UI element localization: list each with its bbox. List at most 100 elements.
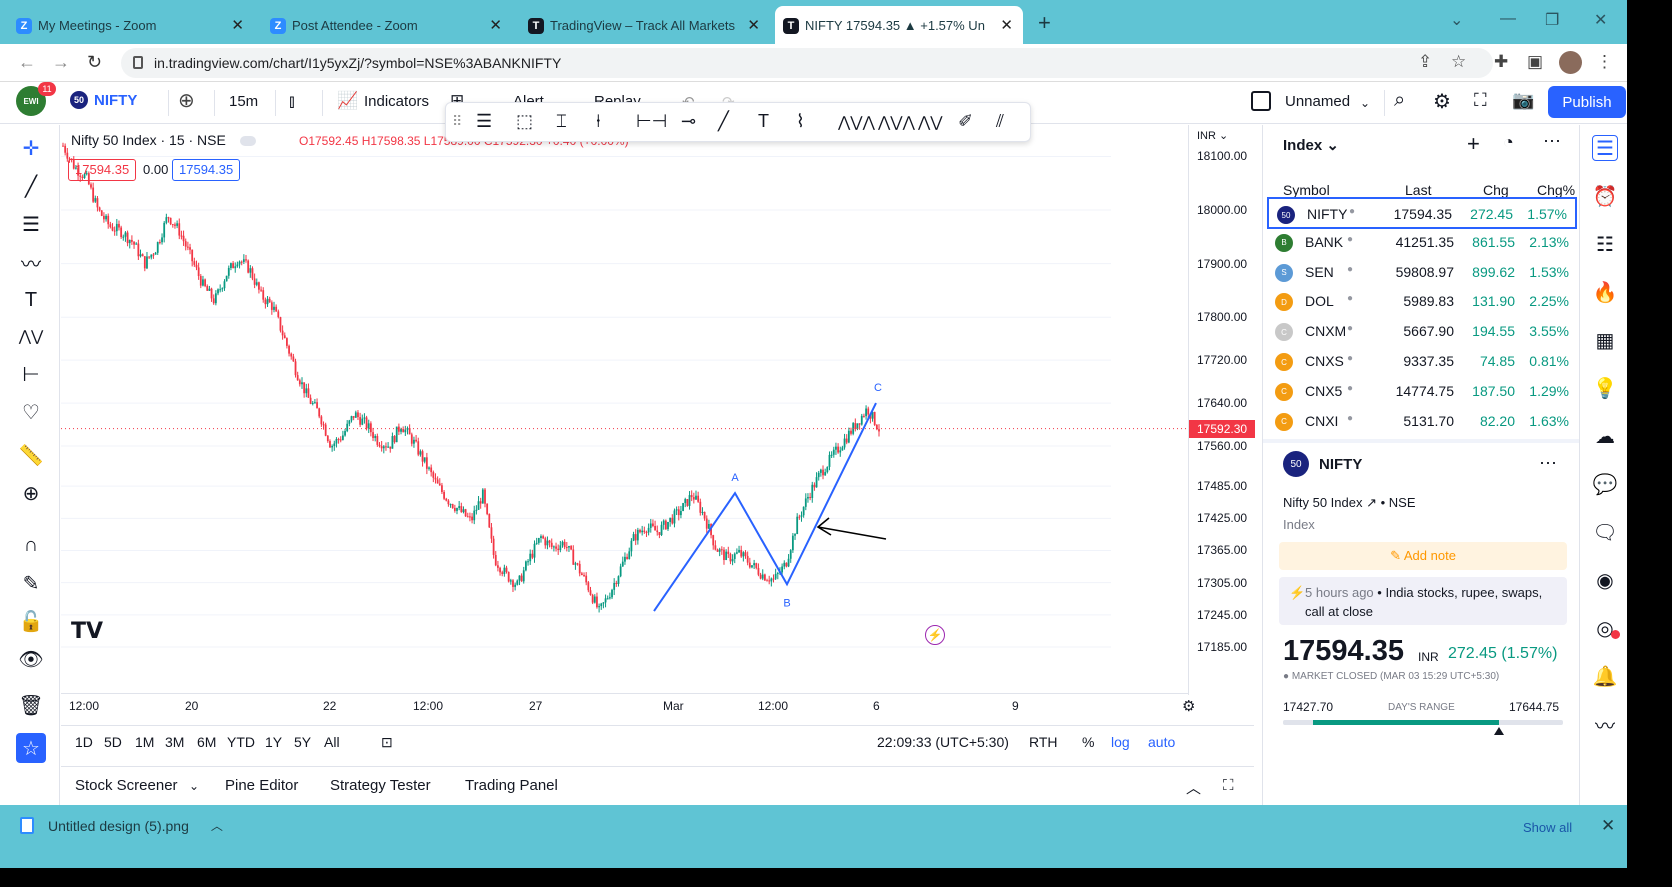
chevron-down-icon[interactable]: ⌄	[189, 779, 199, 793]
browser-tab-zoom-meetings[interactable]: Z My Meetings - Zoom ✕	[8, 6, 254, 44]
range-button[interactable]: All	[324, 734, 340, 750]
buy-button[interactable]: 17594.35	[172, 159, 241, 181]
candles-icon[interactable]: ⫾	[289, 91, 295, 112]
camera-icon[interactable]: 📷	[1512, 90, 1534, 111]
sidebar-icon[interactable]: ▣	[1527, 52, 1543, 72]
12345-icon[interactable]: ⋀⋁⋀	[878, 113, 915, 131]
chevron-down-icon[interactable]: ⌄	[1360, 96, 1370, 110]
chart-pane[interactable]: ABC Nifty 50 Index · 15 · NSE O17592.45 …	[61, 125, 1188, 739]
hotlist-fire-icon[interactable]: 🔥	[1592, 279, 1618, 305]
point-icon[interactable]: ⊸	[681, 111, 696, 132]
stay-drawing-icon[interactable]: ✎	[16, 568, 46, 598]
watchlist-title-button[interactable]: Index ⌄	[1283, 136, 1339, 154]
watchlist-row[interactable]: C CNXI ● 5131.70 82.20 1.63%	[1267, 406, 1577, 438]
grip-icon[interactable]: ⠿	[452, 113, 462, 130]
layout-name-button[interactable]: Unnamed	[1285, 93, 1350, 110]
calendar-icon[interactable]: ⊡	[381, 734, 393, 751]
watchlist-icon[interactable]: ☰	[1592, 135, 1618, 161]
sell-button[interactable]: 17594.35	[68, 159, 137, 181]
browser-tab-nifty[interactable]: T NIFTY 17594.35 ▲ +1.57% Unna ✕	[775, 6, 1023, 44]
text-icon[interactable]: T	[16, 285, 46, 315]
range-button[interactable]: 6M	[197, 734, 216, 750]
notifications-bell-icon[interactable]: 🔔	[1592, 663, 1618, 689]
tab-strategy-tester[interactable]: Strategy Tester	[330, 777, 431, 794]
watchlist-row[interactable]: C CNX5 ● 14774.75 187.50 1.29%	[1267, 376, 1577, 408]
range-button[interactable]: 1M	[135, 734, 154, 750]
col-symbol[interactable]: Symbol	[1283, 182, 1330, 198]
chat-icon[interactable]: 💬	[1592, 471, 1618, 497]
price-axis[interactable]: INR ⌄ 18100.00 18000.00 17900.00 17800.00 17…	[1188, 125, 1255, 695]
advanced-view-icon[interactable]: ◔	[1503, 132, 1514, 153]
rectangle-icon[interactable]: ⬚	[516, 111, 533, 132]
close-icon[interactable]: ✕	[1000, 16, 1013, 34]
log-scale-button[interactable]: log	[1111, 734, 1130, 750]
cloud-icon[interactable]: ☁	[1592, 423, 1618, 449]
percent-scale-button[interactable]: %	[1082, 734, 1094, 750]
text-cursor-icon[interactable]: ⌶	[556, 111, 567, 132]
messages-icon[interactable]: 🗨	[1592, 519, 1618, 545]
lock-icon[interactable]: 🔓	[16, 606, 46, 636]
search-icon[interactable]: ⌕	[1394, 89, 1405, 112]
abc-pattern-icon[interactable]: ⋀⋁	[16, 321, 46, 351]
tab-pine-editor[interactable]: Pine Editor	[225, 777, 298, 794]
patterns-icon[interactable]: 〰	[16, 247, 46, 277]
currency-selector[interactable]: INR ⌄	[1197, 129, 1228, 142]
back-icon[interactable]: ←	[18, 52, 36, 73]
range-icon[interactable]: ⊢⊣	[636, 111, 667, 132]
range-button[interactable]: YTD	[227, 734, 255, 750]
watchlist-row[interactable]: C CNXM ● 5667.90 194.55 3.55%	[1267, 316, 1577, 348]
trash-icon[interactable]: 🗑	[16, 690, 46, 720]
more-icon[interactable]: ⋯	[1539, 453, 1557, 474]
path-icon[interactable]: ⌇	[796, 111, 805, 132]
text-icon[interactable]: T	[758, 111, 769, 132]
object-tree-icon[interactable]: ☷	[1592, 231, 1618, 257]
range-button[interactable]: 1Y	[265, 734, 282, 750]
gear-icon[interactable]: ⚙	[1182, 697, 1195, 715]
ruler-icon[interactable]: 📏	[16, 440, 46, 470]
watchlist-row[interactable]: C CNXS ● 9337.35 74.85 0.81%	[1267, 346, 1577, 378]
watchlist-row[interactable]: B BANK ● 41251.35 861.55 2.13%	[1267, 227, 1577, 259]
tab-stock-screener[interactable]: Stock Screener	[75, 777, 178, 794]
time-axis[interactable]: 12:00 20 22 12:00 27 Mar 12:00 6 9 ⚙	[61, 693, 1195, 719]
range-button[interactable]: 5D	[104, 734, 122, 750]
col-chg[interactable]: Chg	[1483, 182, 1509, 198]
forward-icon[interactable]: →	[52, 52, 70, 73]
range-button[interactable]: 1D	[75, 734, 93, 750]
reload-icon[interactable]: ↻	[87, 52, 102, 73]
collapse-legend-icon[interactable]	[239, 136, 256, 147]
zoom-in-icon[interactable]: ⊕	[16, 478, 46, 508]
watchlist-row[interactable]: S SEN ● 59808.97 899.62 1.53%	[1267, 257, 1577, 289]
new-tab-button[interactable]: +	[1038, 10, 1051, 36]
close-icon[interactable]: ✕	[747, 16, 760, 34]
horizontal-lines-icon[interactable]: ☰	[476, 111, 492, 132]
measure-icon[interactable]: ⊢	[16, 359, 46, 389]
compare-plus-icon[interactable]: ⊕	[178, 88, 195, 113]
show-all-button[interactable]: Show all	[1523, 820, 1572, 835]
close-icon[interactable]: ✕	[231, 16, 244, 34]
trendline-icon[interactable]: ╱	[718, 111, 729, 132]
symbol-search-button[interactable]: 50 NIFTY	[70, 91, 137, 109]
tab-trading-panel[interactable]: Trading Panel	[465, 777, 558, 794]
abcde-icon[interactable]: ⋀⋁⋀	[838, 113, 875, 131]
col-last[interactable]: Last	[1405, 182, 1431, 198]
layout-checkbox-icon[interactable]	[1251, 91, 1271, 111]
maximize-panel-icon[interactable]: ⛶	[1223, 777, 1234, 794]
fullscreen-icon[interactable]: ⛶	[1474, 90, 1487, 111]
gear-icon[interactable]: ⚙	[1433, 89, 1451, 114]
more-icon[interactable]: ⋯	[1543, 131, 1561, 152]
alarm-clock-icon[interactable]: ⏰	[1592, 183, 1618, 209]
browser-tab-tradingview[interactable]: T TradingView – Track All Markets ✕	[520, 6, 770, 44]
close-icon[interactable]: ✕	[489, 16, 502, 34]
interval-button[interactable]: 15m	[229, 93, 258, 110]
profile-avatar[interactable]	[1559, 51, 1582, 74]
brush-icon[interactable]: ✐	[958, 111, 973, 132]
eye-icon[interactable]: 👁	[16, 644, 46, 674]
bookmark-star-icon[interactable]: ☆	[1451, 52, 1466, 72]
trendline-icon[interactable]: ╱	[16, 171, 46, 201]
browser-tab-zoom-attendee[interactable]: Z Post Attendee - Zoom ✕	[262, 6, 512, 44]
fib-lines-icon[interactable]: ☰	[16, 209, 46, 239]
session-button[interactable]: RTH	[1029, 734, 1058, 750]
auto-scale-button[interactable]: auto	[1148, 734, 1175, 750]
abc-icon[interactable]: ⋀⋁	[918, 113, 943, 131]
maximize-button[interactable]: ❐	[1545, 10, 1559, 30]
